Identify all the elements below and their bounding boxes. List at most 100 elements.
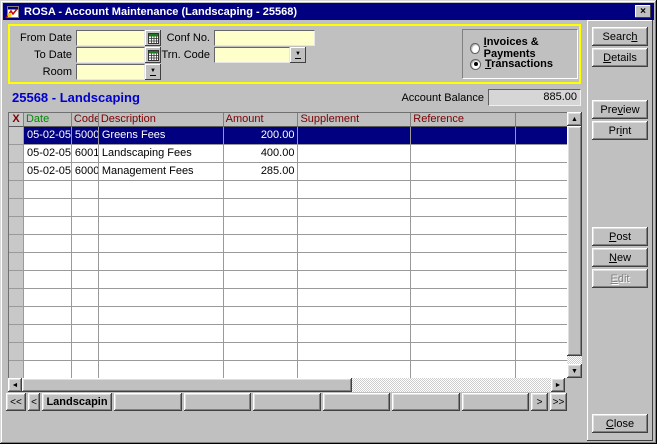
- preview-button[interactable]: Preview: [592, 100, 648, 119]
- cell-blank: [411, 307, 517, 325]
- radio-invoices-payments[interactable]: Invoices & Payments: [470, 36, 577, 60]
- trn-code-label: Trn. Code: [161, 49, 210, 61]
- table-row-empty[interactable]: [9, 289, 567, 307]
- app-icon: [5, 5, 20, 19]
- row-marker-cell: [9, 217, 24, 235]
- cell-blank: [71, 343, 99, 361]
- column-header-reference[interactable]: Reference: [411, 113, 517, 127]
- post-button[interactable]: Post: [592, 227, 648, 246]
- tab-empty[interactable]: [253, 393, 321, 411]
- tab-first-button[interactable]: <<: [6, 393, 26, 411]
- tab-prev-button[interactable]: <: [28, 393, 40, 411]
- scroll-right-icon[interactable]: ►: [551, 378, 565, 392]
- table-row-empty[interactable]: [9, 343, 567, 361]
- tab-last-button[interactable]: >>: [550, 393, 567, 411]
- cell-code: 5000: [71, 127, 99, 145]
- room-input[interactable]: [76, 64, 145, 80]
- cell-blank: [23, 271, 72, 289]
- tab-empty[interactable]: [322, 393, 390, 411]
- scroll-up-icon[interactable]: ▲: [567, 112, 582, 126]
- column-header-amount[interactable]: Amount: [223, 113, 299, 127]
- from-date-input[interactable]: [76, 30, 145, 46]
- row-marker-cell: [9, 181, 24, 199]
- row-marker-cell: [9, 271, 24, 289]
- cell-blank: [98, 181, 224, 199]
- to-date-input[interactable]: [76, 47, 145, 63]
- from-date-label: From Date: [20, 32, 72, 44]
- account-balance-label: Account Balance: [401, 92, 484, 104]
- table-row-empty[interactable]: [9, 253, 567, 271]
- cell-blank: [516, 289, 567, 307]
- table-row[interactable]: 05-02-05 6000 Management Fees 285.00: [9, 163, 567, 181]
- cell-blank: [516, 181, 567, 199]
- conf-no-input[interactable]: [214, 30, 315, 46]
- cell-blank: [298, 361, 412, 378]
- cell-blank: [298, 343, 412, 361]
- column-header-x[interactable]: X: [9, 113, 24, 127]
- cell-blank: [71, 235, 99, 253]
- radio-transactions[interactable]: Transactions: [470, 58, 553, 70]
- column-header-supplement[interactable]: Supplement: [298, 113, 412, 127]
- cell-blank: [411, 199, 517, 217]
- table-row-empty[interactable]: [9, 217, 567, 235]
- table-row-empty[interactable]: [9, 325, 567, 343]
- horizontal-scrollbar[interactable]: ◄ ►: [8, 378, 565, 392]
- cell-blank: [224, 361, 299, 378]
- scroll-down-icon[interactable]: ▼: [567, 364, 582, 378]
- cell-blank: [411, 361, 517, 378]
- table-row[interactable]: 05-02-05 5000 Greens Fees 200.00: [9, 127, 567, 145]
- tab-next-button[interactable]: >: [531, 393, 548, 411]
- table-row-empty[interactable]: [9, 307, 567, 325]
- row-marker-cell: [9, 325, 24, 343]
- cell-blank: [23, 289, 72, 307]
- cell-blank: [411, 235, 517, 253]
- print-button[interactable]: Print: [592, 121, 648, 140]
- radio-icon: [470, 58, 481, 70]
- close-icon[interactable]: ×: [635, 5, 651, 18]
- room-dropdown-button[interactable]: ▼: [145, 64, 161, 80]
- column-header-date[interactable]: Date: [23, 113, 72, 127]
- column-header-code[interactable]: Code: [71, 113, 99, 127]
- cell-amount: 400.00: [223, 145, 299, 163]
- cell-blank: [223, 307, 299, 325]
- cell-blank: [516, 307, 567, 325]
- cell-blank: [298, 235, 412, 253]
- cell-blank: [71, 217, 99, 235]
- row-marker-cell[interactable]: [9, 145, 24, 163]
- table-row-empty[interactable]: [9, 199, 567, 217]
- tab-empty[interactable]: [461, 393, 529, 411]
- vertical-scrollbar-thumb[interactable]: [567, 126, 582, 356]
- cell-blank: [223, 181, 299, 199]
- trn-code-input[interactable]: [214, 47, 290, 63]
- trn-code-dropdown-button[interactable]: ▼: [290, 47, 306, 63]
- tab-empty[interactable]: [392, 393, 460, 411]
- title-bar[interactable]: ROSA - Account Maintenance (Landscaping …: [3, 3, 654, 20]
- grid-rows: 05-02-05 5000 Greens Fees 200.00 05-02-0…: [9, 127, 567, 378]
- row-marker-cell[interactable]: [9, 163, 24, 181]
- search-button[interactable]: Search: [592, 27, 648, 46]
- vertical-scrollbar[interactable]: ▲ ▼: [567, 112, 582, 378]
- scroll-left-icon[interactable]: ◄: [8, 378, 22, 392]
- cell-blank: [98, 307, 224, 325]
- table-row[interactable]: 05-02-05 6001 Landscaping Fees 400.00: [9, 145, 567, 163]
- edit-button[interactable]: Edit: [592, 269, 648, 288]
- tab-empty[interactable]: [183, 393, 251, 411]
- horizontal-scrollbar-thumb[interactable]: [22, 378, 352, 392]
- cell-date: 05-02-05: [23, 163, 72, 181]
- cell-amount: 285.00: [223, 163, 299, 181]
- table-row-empty[interactable]: [9, 361, 567, 378]
- row-marker-cell[interactable]: [9, 127, 24, 145]
- cell-blank: [516, 217, 567, 235]
- cell-blank: [223, 217, 299, 235]
- column-header-description[interactable]: Description: [98, 113, 224, 127]
- tab-empty[interactable]: [114, 393, 182, 411]
- table-row-empty[interactable]: [9, 235, 567, 253]
- table-row-empty[interactable]: [9, 181, 567, 199]
- new-button[interactable]: New: [592, 248, 648, 267]
- details-button[interactable]: Details: [592, 48, 648, 67]
- tab-landscaping[interactable]: Landscapin: [42, 393, 112, 411]
- table-header-row: X Date Code Description Amount Supplemen…: [9, 113, 567, 127]
- table-row-empty[interactable]: [9, 271, 567, 289]
- close-button[interactable]: Close: [592, 414, 648, 433]
- filter-form: From Date Conf No. To Date Trn. Code ▼ R…: [8, 24, 581, 84]
